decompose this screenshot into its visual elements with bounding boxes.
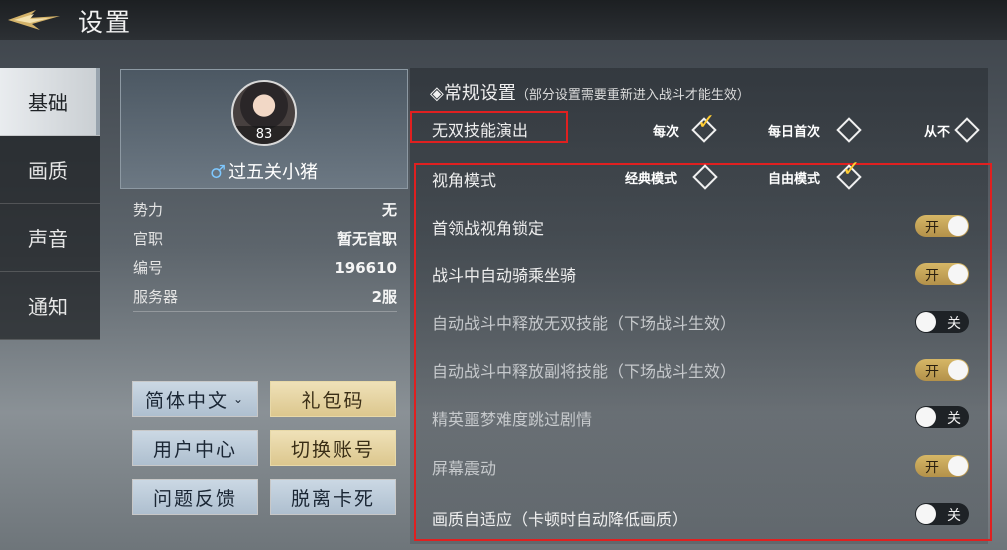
section-title: ◈常规设置（部分设置需要重新进入战斗才能生效） (430, 79, 750, 105)
player-info-list: 势力 无 官职 暂无官职 编号 196610 服务器 2服 (133, 201, 397, 317)
setting-label-auto-mount: 战斗中自动骑乘坐骑 (432, 266, 577, 285)
skill-anim-label: 无双技能演出 (432, 121, 529, 140)
info-key: 势力 (133, 201, 164, 219)
profile-card: 83 ♂ 过五关小猪 (120, 69, 408, 189)
tab-basic[interactable]: 基础 (0, 68, 100, 136)
tab-notification[interactable]: 通知 (0, 272, 100, 340)
skill-anim-option-every[interactable]: 每次 (653, 121, 679, 140)
tab-sound[interactable]: 声音 (0, 204, 100, 272)
info-value: 2服 (371, 288, 397, 306)
setting-label-screen-shake: 屏幕震动 (432, 459, 497, 478)
tab-list: 基础 画质 声音 通知 (0, 68, 100, 348)
toggle-knob (916, 312, 936, 332)
toggle-adaptive-quality[interactable]: 关 (915, 503, 969, 525)
button-label: 问题反馈 (152, 487, 237, 510)
avatar-level: 83 (233, 126, 295, 144)
avatar[interactable]: 83 (231, 80, 297, 146)
skill-anim-option-never[interactable]: 从不 (924, 121, 950, 140)
button-label: 脱离卡死 (290, 487, 375, 510)
toggle-state: 关 (947, 508, 961, 524)
toggle-auto-deputy[interactable]: 开 (915, 359, 969, 381)
setting-label-boss-lock: 首领战视角锁定 (432, 219, 545, 238)
toggle-auto-musou[interactable]: 关 (915, 311, 969, 333)
tab-label: 通知 (28, 295, 68, 319)
setting-label-auto-deputy: 自动战斗中释放副将技能（下场战斗生效） (432, 362, 737, 381)
section-title-text: ◈常规设置 (430, 83, 516, 104)
language-label: 简体中文 (144, 389, 229, 412)
gender-male-icon: ♂ (209, 162, 227, 183)
toggle-state: 开 (925, 220, 939, 236)
info-key: 服务器 (133, 288, 179, 306)
toggle-auto-mount[interactable]: 开 (915, 263, 969, 285)
toggle-state: 开 (925, 364, 939, 380)
toggle-state: 开 (925, 268, 939, 284)
toggle-knob (948, 456, 968, 476)
unstuck-button[interactable]: 脱离卡死 (270, 479, 396, 515)
button-label: 用户中心 (152, 438, 237, 461)
toggle-screen-shake[interactable]: 开 (915, 455, 969, 477)
info-row-faction: 势力 无 (133, 201, 397, 230)
toggle-state: 关 (947, 411, 961, 427)
setting-label-adaptive-quality: 画质自适应（卡顿时自动降低画质） (432, 510, 689, 529)
info-row-id: 编号 196610 (133, 259, 397, 288)
toggle-knob (916, 504, 936, 524)
info-key: 编号 (133, 259, 164, 277)
divider (133, 311, 397, 312)
button-label: 礼包码 (301, 389, 365, 412)
language-select-button[interactable]: 简体中文 ⌄ (132, 381, 258, 417)
toggle-state: 关 (947, 316, 961, 332)
player-name: 过五关小猪 (228, 162, 319, 183)
info-value: 无 (381, 201, 397, 219)
setting-label-skip-story: 精英噩梦难度跳过剧情 (432, 410, 593, 429)
section-note: （部分设置需要重新进入战斗才能生效） (515, 88, 750, 103)
chevron-down-icon: ⌄ (232, 392, 246, 406)
info-value: 暂无官职 (336, 230, 397, 248)
toggle-knob (948, 216, 968, 236)
user-center-button[interactable]: 用户中心 (132, 430, 258, 466)
info-row-rank: 官职 暂无官职 (133, 230, 397, 259)
feedback-button[interactable]: 问题反馈 (132, 479, 258, 515)
skill-anim-option-daily[interactable]: 每日首次 (768, 121, 820, 140)
button-label: 切换账号 (290, 438, 375, 461)
setting-label-auto-musou: 自动战斗中释放无双技能（下场战斗生效） (432, 314, 737, 333)
top-bar: 设置 (0, 0, 1007, 40)
gift-code-button[interactable]: 礼包码 (270, 381, 396, 417)
tab-label: 基础 (28, 91, 68, 115)
tab-graphics[interactable]: 画质 (0, 136, 100, 204)
toggle-boss-lock[interactable]: 开 (915, 215, 969, 237)
page-title: 设置 (78, 8, 133, 37)
player-name-row: ♂ 过五关小猪 (121, 158, 407, 184)
toggle-knob (948, 360, 968, 380)
tab-label: 声音 (28, 227, 68, 251)
back-button[interactable] (6, 4, 62, 36)
info-row-server: 服务器 2服 (133, 288, 397, 317)
camera-option-classic[interactable]: 经典模式 (625, 168, 677, 187)
tab-label: 画质 (28, 159, 68, 183)
back-arrow-icon (8, 10, 60, 30)
toggle-skip-story[interactable]: 关 (915, 406, 969, 428)
camera-mode-label: 视角模式 (432, 171, 497, 190)
info-value: 196610 (334, 259, 397, 277)
switch-account-button[interactable]: 切换账号 (270, 430, 396, 466)
info-key: 官职 (133, 230, 164, 248)
toggle-knob (916, 407, 936, 427)
toggle-knob (948, 264, 968, 284)
toggle-state: 开 (925, 460, 939, 476)
camera-option-free[interactable]: 自由模式 (768, 168, 820, 187)
